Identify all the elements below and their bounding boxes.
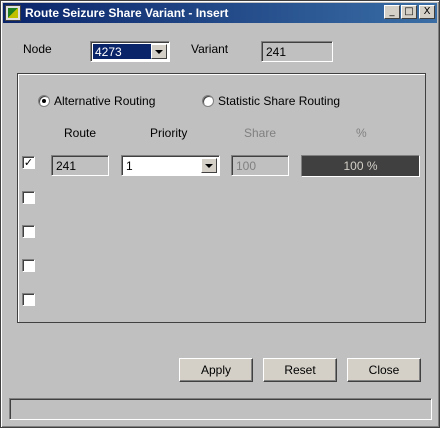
column-header-percent: % xyxy=(356,126,367,140)
variant-field[interactable]: 241 xyxy=(261,41,333,62)
close-button[interactable]: Close xyxy=(347,358,421,382)
row-4-checkbox[interactable] xyxy=(22,259,35,272)
row-3-checkbox[interactable] xyxy=(22,225,35,238)
row-1-route-field[interactable]: 241 xyxy=(51,155,109,176)
column-header-share: Share xyxy=(244,126,277,140)
node-select[interactable]: 4273 xyxy=(90,41,170,62)
apply-button[interactable]: Apply xyxy=(179,358,253,382)
row-5-checkbox[interactable] xyxy=(22,293,35,306)
title-bar[interactable]: Route Seizure Share Variant - Insert _ □… xyxy=(3,3,437,23)
row-1-priority-value: 1 xyxy=(126,159,133,173)
column-header-route: Route xyxy=(64,126,97,140)
chevron-down-icon[interactable] xyxy=(151,44,167,59)
statistic-share-routing-label[interactable]: Statistic Share Routing xyxy=(218,94,340,108)
row-1-priority-select[interactable]: 1 xyxy=(121,155,220,176)
minimize-button[interactable]: _ xyxy=(384,5,400,19)
row-1-share-field: 100 xyxy=(231,155,289,176)
row-1-percent-bar: 100 % xyxy=(301,155,420,177)
row-1-percent-text: 100 % xyxy=(343,159,378,173)
column-header-priority: Priority xyxy=(150,126,188,140)
window-title: Route Seizure Share Variant - Insert xyxy=(25,6,229,20)
maximize-button[interactable]: □ xyxy=(401,5,417,19)
close-window-button[interactable]: X xyxy=(419,5,435,19)
chevron-down-icon[interactable] xyxy=(201,158,217,173)
reset-button[interactable]: Reset xyxy=(263,358,337,382)
alternative-routing-radio[interactable] xyxy=(38,95,50,107)
row-2-checkbox[interactable] xyxy=(22,191,35,204)
statistic-share-routing-radio[interactable] xyxy=(202,95,214,107)
dialog-window: Route Seizure Share Variant - Insert _ □… xyxy=(0,0,440,428)
routing-group xyxy=(17,73,426,323)
app-icon[interactable] xyxy=(5,5,21,21)
row-1-checkbox[interactable]: ✓ xyxy=(22,156,35,169)
node-select-value: 4273 xyxy=(93,44,151,59)
window-controls: _ □ X xyxy=(383,5,435,19)
status-bar xyxy=(9,398,432,420)
alternative-routing-label[interactable]: Alternative Routing xyxy=(54,94,155,108)
variant-label: Variant xyxy=(191,42,229,56)
node-label: Node xyxy=(23,42,52,56)
